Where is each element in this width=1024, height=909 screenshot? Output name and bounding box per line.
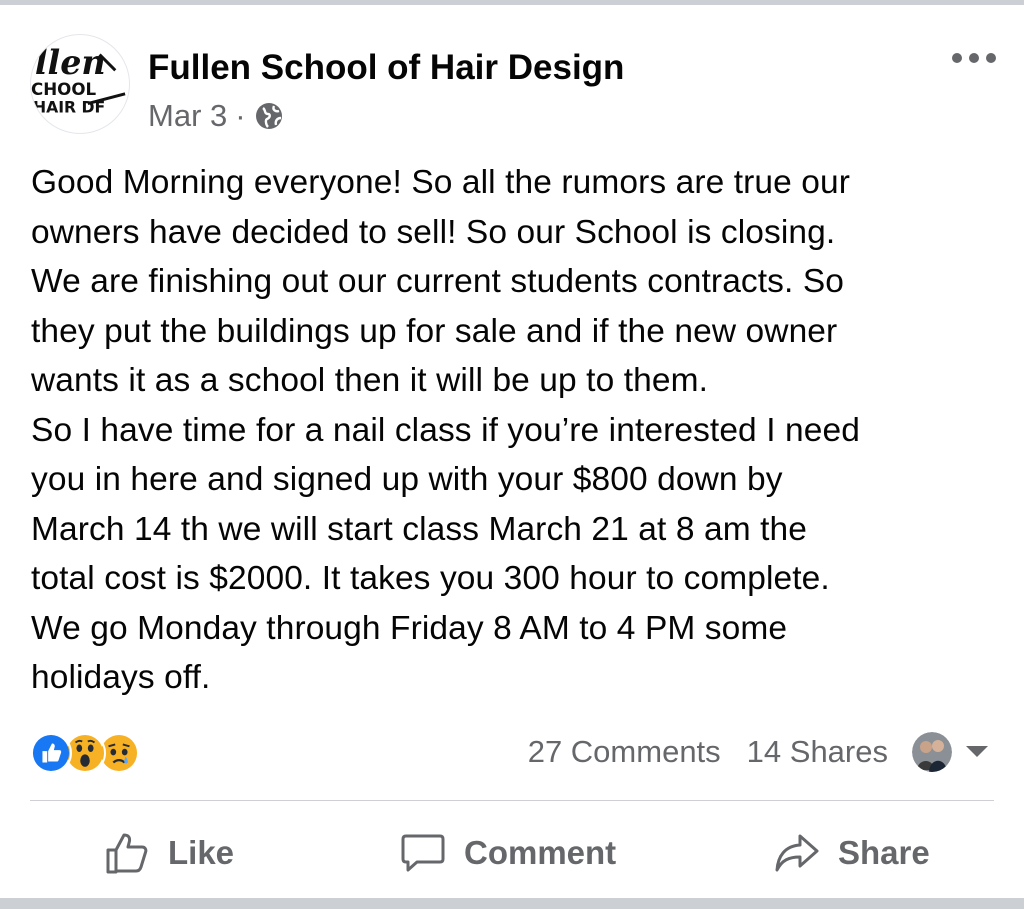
comments-count[interactable]: 27 Comments — [528, 734, 721, 770]
bottom-separator — [0, 898, 1024, 909]
like-label: Like — [168, 834, 235, 871]
share-button[interactable]: Share — [774, 820, 930, 886]
like-button[interactable]: Like — [104, 820, 234, 886]
comment-icon — [401, 834, 445, 872]
share-icon — [775, 834, 819, 872]
chevron-down-icon[interactable] — [966, 746, 988, 757]
shares-count[interactable]: 14 Shares — [747, 734, 888, 770]
like-reaction-icon — [30, 732, 72, 774]
meta-separator: · — [235, 98, 246, 133]
logo-text-1: llen — [35, 43, 106, 82]
share-label: Share — [838, 834, 930, 871]
globe-icon[interactable] — [254, 101, 284, 131]
actions-divider — [30, 800, 994, 801]
page-avatar[interactable]: llen CHOOL HAIR DF — [30, 34, 130, 134]
post-meta: Mar 3 · — [148, 98, 284, 134]
more-options-icon[interactable] — [952, 48, 996, 68]
reaction-summary[interactable] — [30, 732, 140, 774]
logo-text-3: HAIR DF — [33, 97, 105, 116]
page-logo: llen CHOOL HAIR DF — [31, 43, 126, 116]
viewer-avatar[interactable] — [912, 732, 952, 772]
engagement-counts: 27 Comments 14 Shares — [528, 732, 952, 772]
page-name[interactable]: Fullen School of Hair Design — [148, 48, 624, 88]
comment-button[interactable]: Comment — [400, 820, 616, 886]
post-text: Good Morning everyone! So all the rumors… — [31, 164, 860, 696]
comment-label: Comment — [464, 834, 617, 871]
post-actions: Like Comment Share — [30, 820, 994, 886]
logo-text-2: CHOOL — [31, 80, 96, 99]
post-header: llen CHOOL HAIR DF Fullen School of Hair… — [30, 34, 1000, 134]
thumbs-up-icon — [106, 833, 148, 874]
reaction-stats: 27 Comments 14 Shares — [30, 728, 992, 776]
post-date[interactable]: Mar 3 — [148, 98, 227, 134]
top-separator — [0, 0, 1024, 5]
